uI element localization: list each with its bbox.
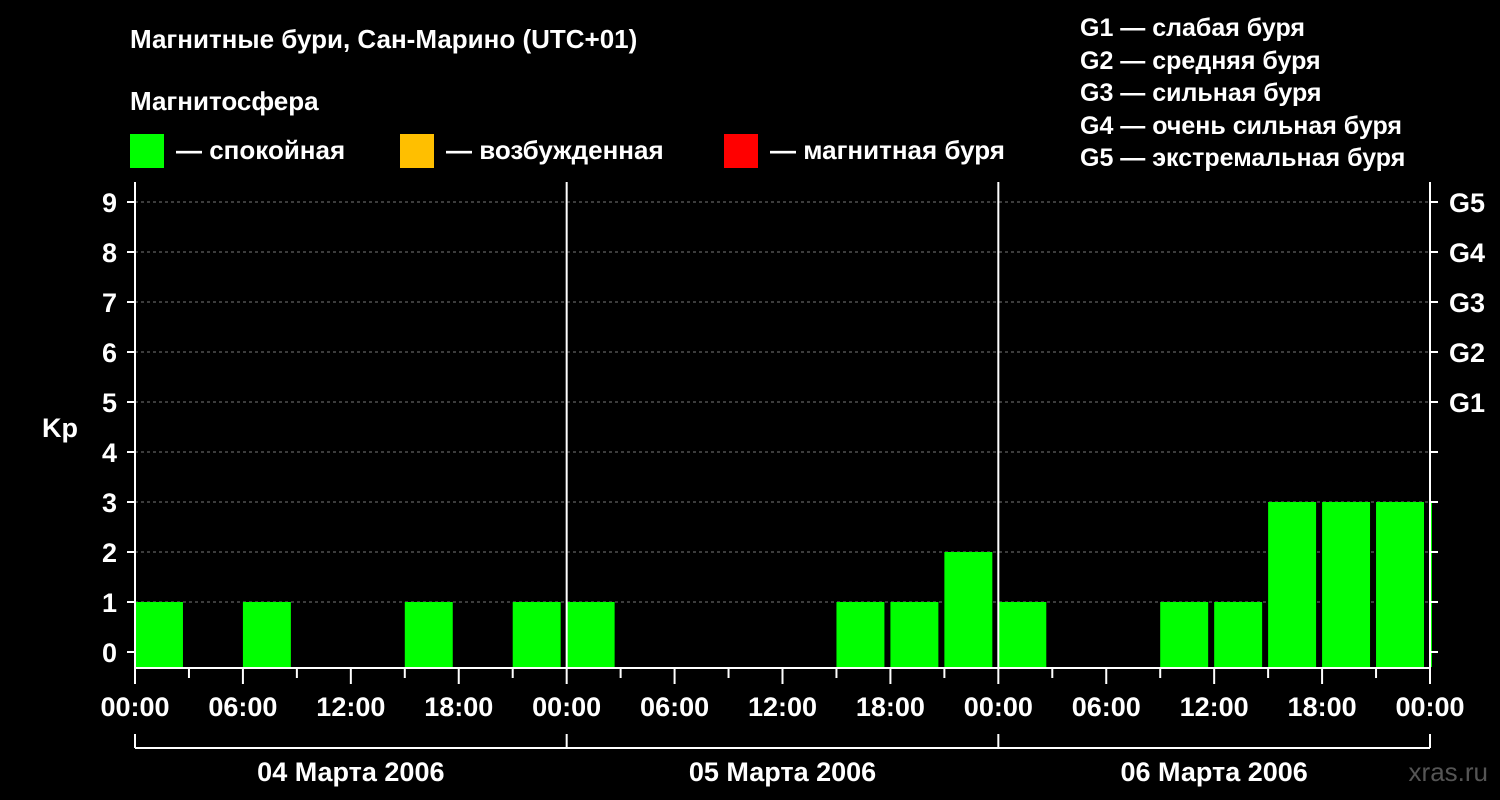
x-tick-label: 12:00	[748, 692, 817, 722]
watermark: xras.ru	[1408, 757, 1488, 787]
x-tick-label: 00:00	[1395, 692, 1464, 722]
g-scale-label: G3	[1449, 288, 1485, 318]
kp-bar	[944, 552, 993, 667]
g-scale-label: G5	[1449, 188, 1485, 218]
kp-bar	[242, 602, 291, 667]
kp-bar	[404, 602, 453, 667]
x-tick-label: 18:00	[856, 692, 925, 722]
kp-bar-chart: 0 1 2 3 4 5 6 7 8 9 Kp G1 G2 G3 G4 G5 00:00 06:00 12:00 18:…	[42, 182, 1485, 787]
kp-bar	[1160, 602, 1209, 667]
kp-bar	[136, 602, 183, 667]
y-tick-label: 9	[102, 188, 117, 218]
x-tick-label: 00:00	[964, 692, 1033, 722]
g-scale-label: G1	[1449, 388, 1485, 418]
kp-bar	[890, 602, 939, 667]
x-tick-label: 12:00	[1180, 692, 1249, 722]
y-tick-label: 8	[102, 238, 117, 268]
x-tick-label: 00:00	[100, 692, 169, 722]
y-tick-label: 7	[102, 288, 117, 318]
x-tick-label: 06:00	[208, 692, 277, 722]
kp-bar	[1322, 502, 1371, 667]
x-tick-label: 06:00	[1072, 692, 1141, 722]
y-tick-label: 4	[102, 438, 117, 468]
y-tick-label: 5	[102, 388, 117, 418]
day-label: 05 Марта 2006	[689, 757, 876, 787]
x-tick-label: 12:00	[316, 692, 385, 722]
kp-bar	[836, 602, 885, 667]
kp-bar	[1214, 602, 1263, 667]
y-tick-label: 1	[102, 588, 117, 618]
kp-bar	[512, 602, 561, 667]
kp-bar	[998, 602, 1047, 667]
y-tick-label: 6	[102, 338, 117, 368]
kp-bar	[566, 602, 615, 667]
g-scale-label: G4	[1449, 238, 1485, 268]
day-label: 06 Марта 2006	[1121, 757, 1308, 787]
x-tick-label: 06:00	[640, 692, 709, 722]
x-tick-label: 00:00	[532, 692, 601, 722]
y-tick-label: 3	[102, 488, 117, 518]
kp-bar	[1268, 502, 1317, 667]
day-label: 04 Марта 2006	[257, 757, 444, 787]
x-tick-label: 18:00	[1288, 692, 1357, 722]
y-tick-label: 0	[102, 638, 117, 668]
g-scale-label: G2	[1449, 338, 1485, 368]
y-axis-label: Kp	[42, 413, 78, 443]
kp-bar	[1376, 502, 1424, 667]
x-tick-label: 18:00	[424, 692, 493, 722]
y-tick-label: 2	[102, 538, 117, 568]
